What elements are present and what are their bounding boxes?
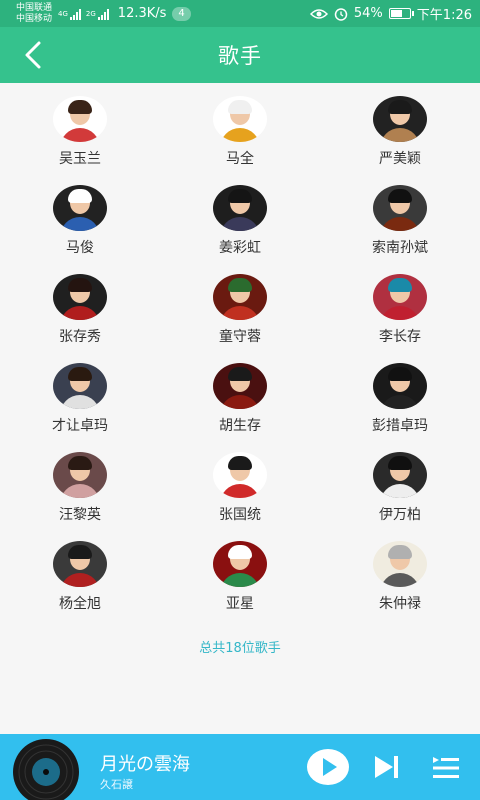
singer-item[interactable]: 马全: [160, 96, 320, 185]
signal-icon-2: [97, 8, 110, 20]
carrier-labels: 中国联通 中国移动: [16, 3, 52, 25]
singer-item[interactable]: 彭措卓玛: [320, 363, 480, 452]
alarm-icon: [334, 7, 348, 21]
battery-percent: 54%: [353, 6, 383, 21]
singer-name: 杨全旭: [59, 596, 101, 612]
singer-name: 吴玉兰: [59, 151, 101, 167]
singer-name: 马俊: [66, 240, 94, 256]
singer-item[interactable]: 童守蓉: [160, 274, 320, 363]
album-disc-icon[interactable]: [12, 738, 80, 800]
singer-name: 索南孙斌: [372, 240, 428, 256]
title-bar: 歌手: [0, 27, 480, 83]
singer-item[interactable]: 马俊: [0, 185, 160, 274]
singer-avatar: [53, 452, 107, 498]
singer-item[interactable]: 汪黎英: [0, 452, 160, 541]
clock: 下午1:26: [416, 8, 472, 23]
singer-item[interactable]: 李长存: [320, 274, 480, 363]
singer-avatar: [373, 363, 427, 409]
next-track-button[interactable]: [372, 753, 402, 781]
singer-name: 彭措卓玛: [372, 418, 428, 434]
singer-name: 严美颖: [379, 151, 421, 167]
singer-avatar: [213, 541, 267, 587]
signal-icon-1: [69, 8, 82, 20]
singer-item[interactable]: 严美颖: [320, 96, 480, 185]
carrier-2: 中国移动: [16, 13, 53, 24]
singer-avatar: [53, 274, 107, 320]
singer-item[interactable]: 张存秀: [0, 274, 160, 363]
back-button[interactable]: [18, 39, 50, 71]
singer-avatar: [373, 274, 427, 320]
singer-item[interactable]: 姜彩虹: [160, 185, 320, 274]
singer-avatar: [373, 541, 427, 587]
singer-avatar: [213, 363, 267, 409]
singer-name: 伊万柏: [379, 507, 421, 523]
eye-icon: [309, 8, 328, 19]
singer-avatar: [373, 185, 427, 231]
singer-item[interactable]: 杨全旭: [0, 541, 160, 630]
singer-item[interactable]: 亚星: [160, 541, 320, 630]
singer-name: 姜彩虹: [219, 240, 261, 256]
singer-avatar: [213, 274, 267, 320]
singer-item[interactable]: 吴玉兰: [0, 96, 160, 185]
play-button[interactable]: [306, 748, 350, 786]
singer-name: 胡生存: [219, 418, 261, 434]
song-title: 月光の雲海: [100, 754, 190, 775]
status-bar: 中国联通 中国移动 4G 2G 12.3K/s 4 54% 下午1:26: [0, 0, 480, 27]
song-artist: 久石譲: [100, 778, 133, 791]
singer-name: 马全: [226, 151, 254, 167]
battery-icon: [388, 8, 414, 19]
singer-name: 张国统: [219, 507, 261, 523]
carrier-1: 中国联通: [16, 2, 53, 13]
singer-item[interactable]: 索南孙斌: [320, 185, 480, 274]
network-type-1: 4G: [58, 9, 68, 18]
singer-name: 张存秀: [59, 329, 101, 345]
singer-grid: 吴玉兰 马全 严美颖马俊 姜彩虹 索南孙斌张存秀 童守蓉 李长存才让卓玛 胡生存 彭措卓玛汪黎英…: [0, 83, 480, 630]
notification-badge: 4: [172, 6, 191, 21]
singer-avatar: [213, 185, 267, 231]
singer-item[interactable]: 张国统: [160, 452, 320, 541]
singer-name: 亚星: [226, 596, 254, 612]
page-title: 歌手: [218, 44, 262, 68]
singer-item[interactable]: 伊万柏: [320, 452, 480, 541]
singer-name: 李长存: [379, 329, 421, 345]
singer-avatar: [213, 96, 267, 142]
singer-avatar: [373, 452, 427, 498]
network-speed: 12.3K/s: [117, 6, 167, 21]
singer-avatar: [213, 452, 267, 498]
singer-avatar: [53, 185, 107, 231]
singer-name: 童守蓉: [219, 329, 261, 345]
mini-player[interactable]: 月光の雲海 久石譲: [0, 734, 480, 800]
playlist-button[interactable]: [431, 755, 461, 781]
singer-name: 才让卓玛: [52, 418, 108, 434]
singer-avatar: [53, 96, 107, 142]
total-singers-label: 总共18位歌手: [199, 641, 281, 656]
singer-avatar: [53, 541, 107, 587]
singer-avatar: [373, 96, 427, 142]
singer-name: 朱仲禄: [379, 596, 421, 612]
network-type-2: 2G: [85, 9, 96, 18]
singer-name: 汪黎英: [59, 507, 101, 523]
singer-item[interactable]: 才让卓玛: [0, 363, 160, 452]
singer-item[interactable]: 胡生存: [160, 363, 320, 452]
singer-item[interactable]: 朱仲禄: [320, 541, 480, 630]
singer-avatar: [53, 363, 107, 409]
